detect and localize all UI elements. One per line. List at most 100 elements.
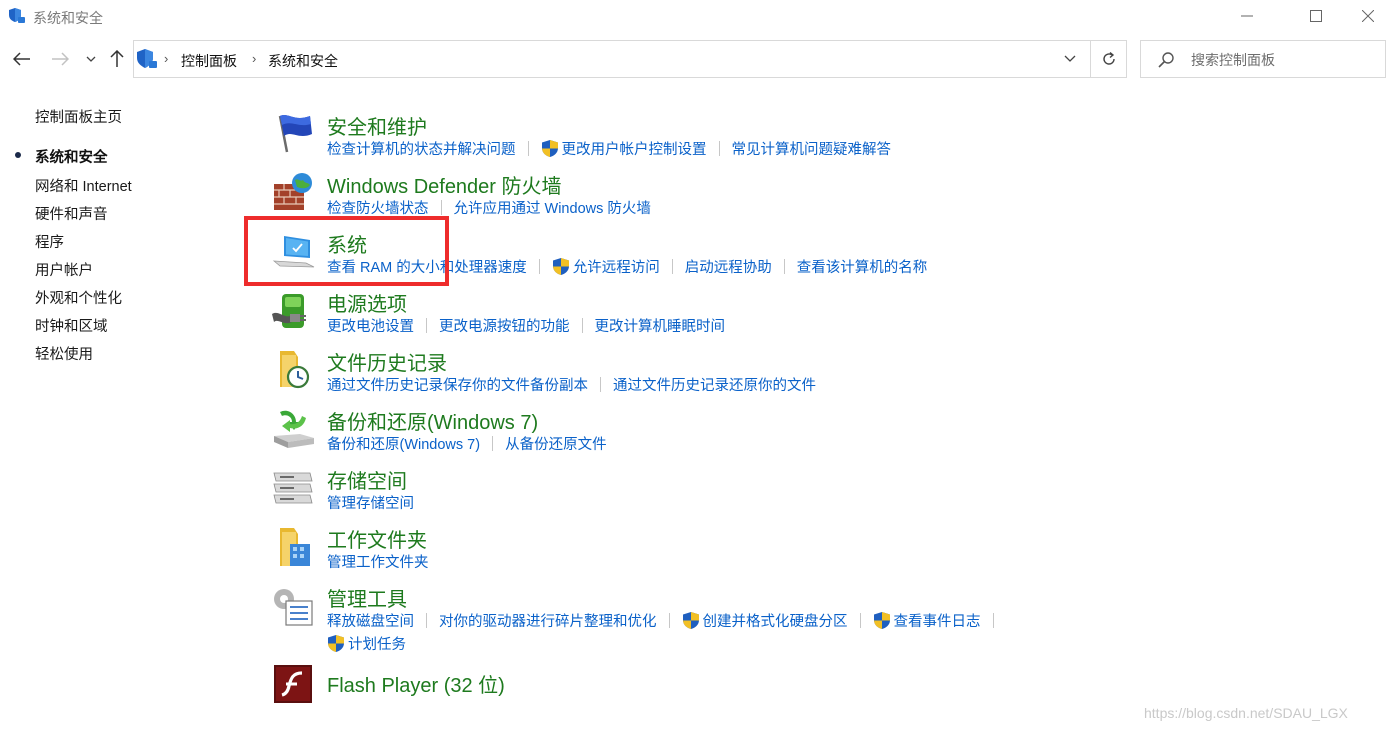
up-button[interactable] — [103, 45, 131, 73]
link-separator — [426, 318, 427, 333]
link-check-status[interactable]: 检查计算机的状态并解决问题 — [327, 138, 516, 159]
category-title-firewall[interactable]: Windows Defender 防火墙 — [327, 170, 562, 199]
watermark: https://blog.csdn.net/SDAU_LGX — [1144, 705, 1348, 721]
uac-shield-icon — [682, 612, 699, 629]
category-links-work-folders: 管理工作文件夹 — [327, 551, 429, 572]
active-bullet — [15, 152, 21, 158]
link-power-button[interactable]: 更改电源按钮的功能 — [439, 315, 570, 336]
minimize-button[interactable] — [1224, 0, 1270, 32]
sidebar-item-network[interactable]: 网络和 Internet — [35, 175, 132, 196]
category-title-work-folders[interactable]: 工作文件夹 — [327, 524, 427, 553]
link-save-backup-copies[interactable]: 通过文件历史记录保存你的文件备份副本 — [327, 374, 588, 395]
uac-shield-icon — [873, 612, 890, 629]
category-title-admin-tools[interactable]: 管理工具 — [327, 583, 407, 612]
category-title-flash-player[interactable]: Flash Player (32 位) — [327, 669, 505, 698]
close-button[interactable] — [1350, 0, 1386, 32]
refresh-button[interactable] — [1091, 40, 1127, 78]
link-separator — [538, 259, 540, 274]
control-panel-shield-icon — [137, 49, 157, 68]
storage-spaces-icon — [273, 472, 313, 504]
maximize-button[interactable] — [1293, 0, 1339, 32]
breadcrumb-separator: › — [252, 51, 257, 66]
sidebar-item-programs[interactable]: 程序 — [35, 231, 64, 252]
link-battery-settings[interactable]: 更改电池设置 — [327, 315, 414, 336]
breadcrumb-control-panel[interactable]: 控制面板 — [181, 51, 237, 71]
window-title: 系统和安全 — [33, 10, 103, 26]
link-restore-from-backup[interactable]: 从备份还原文件 — [505, 433, 607, 454]
link-manage-work-folders[interactable]: 管理工作文件夹 — [327, 551, 429, 572]
search-box[interactable] — [1140, 40, 1386, 78]
link-separator — [718, 141, 720, 156]
link-defragment[interactable]: 对你的驱动器进行碎片整理和优化 — [439, 610, 657, 631]
link-remote-assistance[interactable]: 启动远程协助 — [685, 256, 772, 277]
link-separator — [527, 141, 529, 156]
breadcrumb-system-security[interactable]: 系统和安全 — [268, 51, 338, 71]
sidebar-item-clock-region[interactable]: 时钟和区域 — [35, 315, 108, 336]
link-change-uac[interactable]: 更改用户帐户控制设置 — [541, 138, 707, 159]
search-input[interactable] — [1191, 49, 1381, 71]
refresh-icon — [1102, 51, 1115, 65]
close-icon — [1362, 10, 1374, 22]
sidebar-item-ease-of-access[interactable]: 轻松使用 — [35, 343, 93, 364]
link-event-log[interactable]: 查看事件日志 — [873, 610, 981, 631]
category-links-admin-tools: 释放磁盘空间 对你的驱动器进行碎片整理和优化 创建并格式化硬盘分区 查看事件日志 — [327, 610, 1006, 631]
sidebar-item-hardware[interactable]: 硬件和声音 — [35, 203, 108, 224]
category-links-backup-restore: 备份和还原(Windows 7) 从备份还原文件 — [327, 433, 607, 454]
minimize-icon — [1241, 15, 1253, 17]
chevron-down-icon — [86, 56, 96, 62]
title-bar: 系统和安全 — [0, 0, 1386, 34]
category-title-security-maintenance[interactable]: 安全和维护 — [327, 111, 427, 140]
power-battery-icon — [272, 294, 306, 328]
address-bar[interactable]: › 控制面板 › 系统和安全 — [133, 40, 1091, 78]
link-separator — [668, 613, 670, 628]
arrow-up-icon — [110, 50, 124, 67]
link-separator — [783, 259, 785, 274]
backup-restore-icon — [274, 410, 314, 448]
sidebar-item-home[interactable]: 控制面板主页 — [35, 106, 122, 127]
arrow-left-icon — [13, 52, 30, 66]
link-allow-app-firewall[interactable]: 允许应用通过 Windows 防火墙 — [454, 197, 651, 218]
link-backup-restore-win7[interactable]: 备份和还原(Windows 7) — [327, 433, 480, 454]
link-separator — [671, 259, 673, 274]
category-links-security-maintenance: 检查计算机的状态并解决问题 更改用户帐户控制设置 常见计算机问题疑难解答 — [327, 138, 891, 159]
forward-button[interactable] — [46, 45, 74, 73]
uac-shield-icon — [328, 635, 344, 652]
sidebar-item-appearance[interactable]: 外观和个性化 — [35, 287, 122, 308]
link-check-firewall[interactable]: 检查防火墙状态 — [327, 197, 429, 218]
category-links-file-history: 通过文件历史记录保存你的文件备份副本 通过文件历史记录还原你的文件 — [327, 374, 816, 395]
file-history-icon — [280, 351, 310, 389]
link-separator — [859, 613, 861, 628]
link-task-scheduler[interactable]: 计划任务 — [327, 633, 406, 654]
link-computer-name[interactable]: 查看该计算机的名称 — [797, 256, 928, 277]
recent-locations-button[interactable] — [78, 45, 104, 73]
sidebar-item-user-accounts[interactable]: 用户帐户 — [35, 259, 93, 280]
breadcrumb-separator: › — [164, 51, 169, 66]
uac-shield-icon — [552, 258, 569, 275]
link-allow-remote-access[interactable]: 允许远程访问 — [552, 256, 660, 277]
link-separator — [992, 613, 994, 628]
highlight-box — [244, 216, 449, 286]
category-title-storage-spaces[interactable]: 存储空间 — [327, 465, 407, 494]
uac-shield-icon — [541, 140, 558, 157]
control-panel-shield-icon — [9, 8, 25, 23]
address-dropdown-button[interactable] — [1058, 49, 1082, 69]
link-allow-remote-access-label: 允许远程访问 — [572, 260, 660, 276]
link-create-partition[interactable]: 创建并格式化硬盘分区 — [682, 610, 848, 631]
link-sleep-time[interactable]: 更改计算机睡眠时间 — [595, 315, 726, 336]
security-flag-icon — [278, 115, 312, 153]
link-restore-files[interactable]: 通过文件历史记录还原你的文件 — [613, 374, 816, 395]
category-title-file-history[interactable]: 文件历史记录 — [327, 347, 447, 376]
back-button[interactable] — [8, 45, 36, 73]
category-title-power-options[interactable]: 电源选项 — [327, 288, 407, 317]
link-free-disk-space[interactable]: 释放磁盘空间 — [327, 610, 414, 631]
link-troubleshoot[interactable]: 常见计算机问题疑难解答 — [732, 138, 892, 159]
link-manage-storage-spaces[interactable]: 管理存储空间 — [327, 492, 414, 513]
link-change-uac-label: 更改用户帐户控制设置 — [561, 142, 707, 158]
arrow-right-icon — [52, 52, 69, 66]
firewall-icon — [274, 173, 312, 210]
link-separator — [426, 613, 427, 628]
category-title-backup-restore[interactable]: 备份和还原(Windows 7) — [327, 406, 538, 435]
link-separator — [492, 436, 494, 451]
category-links-storage-spaces: 管理存储空间 — [327, 492, 414, 513]
search-icon — [1158, 52, 1174, 68]
